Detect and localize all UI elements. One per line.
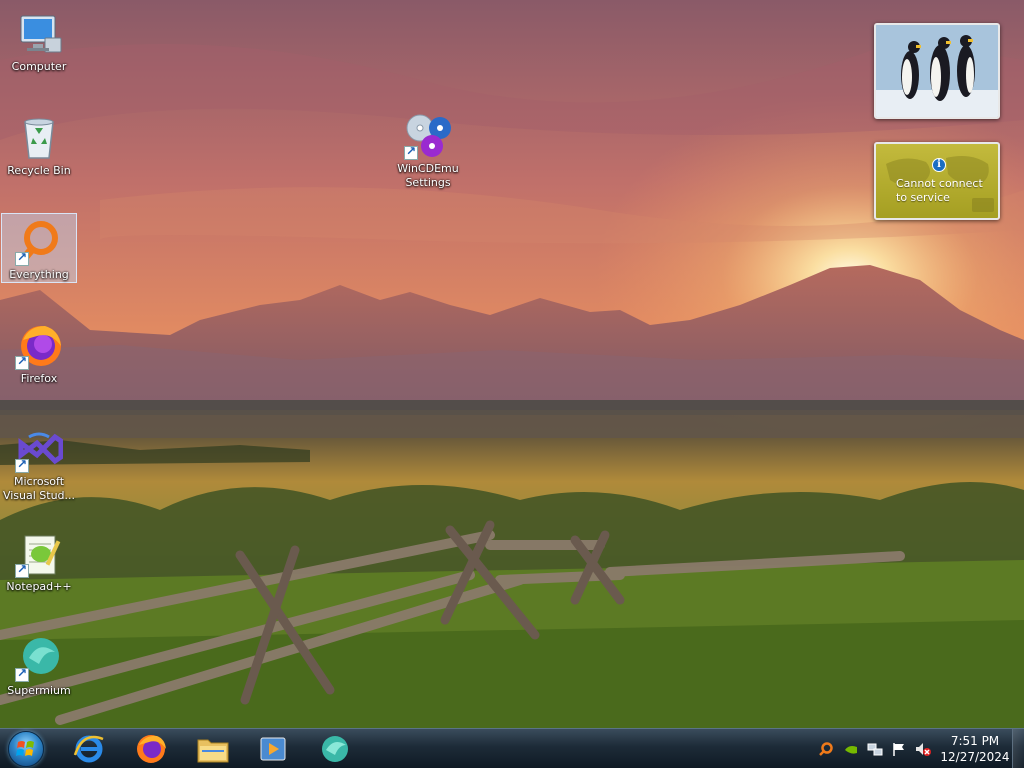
wincdemu-icon — [404, 112, 452, 160]
desktop-icon-label-line1: Microsoft — [13, 475, 65, 488]
desktop-icon-label: Recycle Bin — [7, 164, 71, 177]
slideshow-gadget[interactable] — [874, 23, 1000, 119]
taskbar-supermium[interactable] — [308, 731, 362, 767]
desktop-icon-label: Computer — [11, 60, 67, 73]
desktop-icon-everything[interactable]: Everything — [1, 213, 77, 283]
firefox-icon — [137, 735, 166, 763]
shortcut-arrow-icon — [15, 354, 29, 370]
desktop-icon-label: Notepad++ — [6, 580, 72, 593]
desktop-icon-computer[interactable]: Computer — [1, 6, 77, 74]
clock-date: 12/27/2024 — [940, 750, 1010, 764]
computer-icon — [15, 10, 63, 58]
system-clock[interactable]: 7:51 PM 12/27/2024 — [940, 733, 1010, 765]
shortcut-arrow-icon — [15, 666, 29, 682]
recycle-bin-icon — [15, 114, 63, 162]
desktop-icon-visual-studio[interactable]: Microsoft Visual Stud... — [1, 421, 77, 503]
desktop-icon-supermium[interactable]: Supermium — [1, 630, 77, 698]
supermium-icon — [322, 736, 348, 762]
desktop-icon-label: Firefox — [20, 372, 58, 385]
shortcut-arrow-icon — [15, 562, 29, 578]
desktop-icon-label-line2: Settings — [405, 176, 451, 189]
network-icon[interactable] — [867, 741, 883, 757]
desktop-wallpaper — [0, 0, 1024, 728]
visual-studio-icon — [15, 425, 64, 473]
nvidia-icon[interactable] — [843, 741, 859, 757]
notepad-plus-plus-icon — [15, 530, 63, 578]
taskbar: 7:51 PM 12/27/2024 — [0, 728, 1024, 768]
internet-explorer-icon — [73, 735, 104, 763]
desktop-icon-wincdemu[interactable]: WinCDEmu Settings — [390, 108, 466, 190]
desktop-icon-firefox[interactable]: Firefox — [1, 318, 77, 386]
media-player-icon — [260, 737, 286, 761]
info-icon: i — [932, 158, 946, 172]
taskbar-firefox[interactable] — [124, 731, 178, 767]
desktop-icon-label: Supermium — [7, 684, 71, 697]
start-button[interactable] — [6, 731, 46, 767]
clock-time: 7:51 PM — [950, 734, 1000, 748]
taskbar-internet-explorer[interactable] — [62, 731, 116, 767]
everything-tray-icon[interactable] — [818, 741, 834, 757]
taskbar-windows-explorer[interactable] — [186, 731, 240, 767]
taskbar-windows-media-player[interactable] — [246, 731, 300, 767]
shortcut-arrow-icon — [404, 144, 418, 160]
action-center-flag-icon[interactable] — [891, 741, 907, 757]
weather-gadget[interactable]: i Cannot connect to service — [874, 142, 1000, 220]
desktop-icon-notepad-plus-plus[interactable]: Notepad++ — [1, 526, 77, 594]
desktop-icon-label-line1: WinCDEmu — [397, 162, 459, 175]
supermium-icon — [15, 634, 63, 682]
windows-start-orb — [8, 731, 44, 767]
folder-icon — [197, 739, 229, 763]
show-desktop-button[interactable] — [1012, 729, 1024, 768]
volume-muted-icon[interactable] — [915, 741, 931, 757]
shortcut-arrow-icon — [15, 457, 29, 473]
firefox-icon — [15, 322, 63, 370]
weather-error-message: Cannot connect to service — [896, 177, 983, 204]
desktop-icon-label: Everything — [9, 268, 69, 281]
penguins-photo — [876, 25, 998, 117]
everything-search-icon — [15, 218, 63, 266]
shortcut-arrow-icon — [15, 250, 29, 266]
desktop-icon-recycle-bin[interactable]: Recycle Bin — [1, 110, 77, 178]
desktop-icon-label-line2: Visual Stud... — [2, 489, 76, 502]
